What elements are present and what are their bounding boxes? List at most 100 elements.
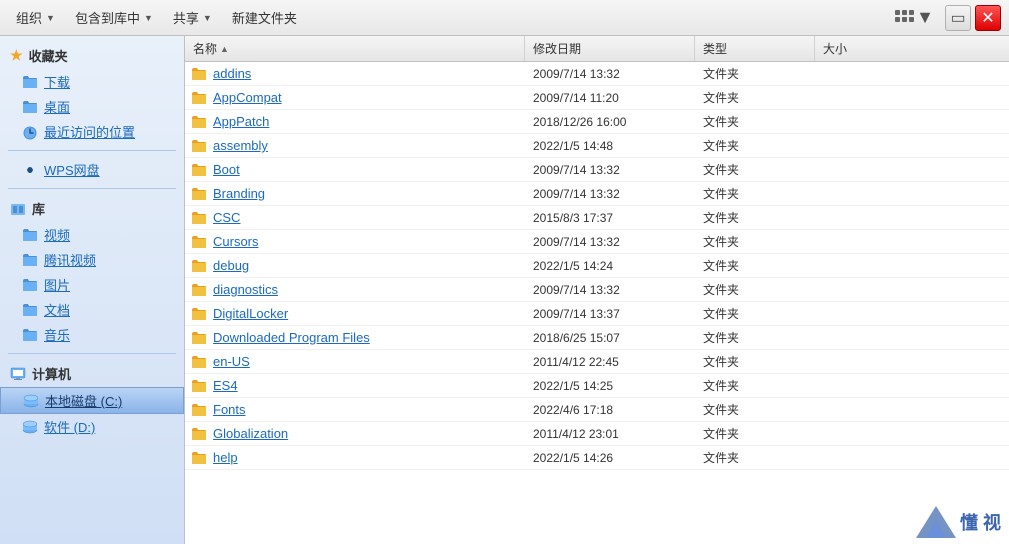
sidebar-item-desktop[interactable]: 桌面 — [0, 94, 184, 119]
table-row[interactable]: help 2022/1/5 14:26 文件夹 — [185, 446, 1009, 470]
divider-1 — [8, 150, 176, 151]
col-name-header[interactable]: 名称 ▲ — [185, 36, 525, 61]
table-row[interactable]: addins 2009/7/14 13:32 文件夹 — [185, 62, 1009, 86]
documents-label: 文档 — [44, 300, 70, 319]
file-name: ES4 — [185, 378, 525, 394]
file-type: 文件夹 — [695, 257, 815, 274]
sidebar-item-tencent-video[interactable]: 腾讯视频 — [0, 247, 184, 272]
file-date: 2009/7/14 13:37 — [525, 307, 695, 321]
file-type: 文件夹 — [695, 329, 815, 346]
divider-2 — [8, 188, 176, 189]
file-name: Branding — [185, 186, 525, 202]
new-folder-button[interactable]: 新建文件夹 — [224, 4, 305, 31]
file-date: 2009/7/14 13:32 — [525, 163, 695, 177]
sidebar-item-documents[interactable]: 文档 — [0, 297, 184, 322]
wps-label: WPS网盘 — [44, 160, 100, 179]
file-type: 文件夹 — [695, 89, 815, 106]
table-row[interactable]: Branding 2009/7/14 13:32 文件夹 — [185, 182, 1009, 206]
file-name: diagnostics — [185, 282, 525, 298]
sidebar-item-music[interactable]: 音乐 — [0, 322, 184, 347]
file-type: 文件夹 — [695, 425, 815, 442]
table-row[interactable]: Fonts 2022/4/6 17:18 文件夹 — [185, 398, 1009, 422]
file-type: 文件夹 — [695, 401, 815, 418]
table-row[interactable]: debug 2022/1/5 14:24 文件夹 — [185, 254, 1009, 278]
toolbar-right: ▼ ▭ ✕ — [887, 2, 1001, 33]
folder-icon — [191, 402, 207, 418]
table-row[interactable]: Cursors 2009/7/14 13:32 文件夹 — [185, 230, 1009, 254]
file-date: 2018/6/25 15:07 — [525, 331, 695, 345]
file-name: Globalization — [185, 426, 525, 442]
folder-icon — [191, 426, 207, 442]
file-name: Fonts — [185, 402, 525, 418]
col-date-header[interactable]: 修改日期 — [525, 36, 695, 61]
file-name: DigitalLocker — [185, 306, 525, 322]
watermark-logo-icon — [916, 506, 956, 538]
folder-icon — [191, 90, 207, 106]
file-name: AppCompat — [185, 90, 525, 106]
file-date: 2022/1/5 14:25 — [525, 379, 695, 393]
sidebar-item-local-disk[interactable]: 本地磁盘 (C:) — [0, 387, 184, 414]
file-date: 2022/1/5 14:48 — [525, 139, 695, 153]
file-name: help — [185, 450, 525, 466]
folder-icon — [191, 282, 207, 298]
col-name-label: 名称 — [193, 40, 217, 57]
table-row[interactable]: CSC 2015/8/3 17:37 文件夹 — [185, 206, 1009, 230]
computer-section: 计算机 本地磁盘 (C:) 软件 (D:) — [0, 360, 184, 439]
sidebar: ★ 收藏夹 下载 桌面 最近访问的位置 WPS网盘 — [0, 36, 185, 544]
sidebar-item-video[interactable]: 视频 — [0, 222, 184, 247]
file-name: Downloaded Program Files — [185, 330, 525, 346]
pictures-label: 图片 — [44, 275, 70, 294]
sidebar-item-soft-disk[interactable]: 软件 (D:) — [0, 414, 184, 439]
folder-icon — [191, 450, 207, 466]
download-label: 下载 — [44, 72, 70, 91]
sidebar-item-download[interactable]: 下载 — [0, 69, 184, 94]
library-header: 库 — [0, 195, 184, 222]
col-size-label: 大小 — [823, 40, 847, 57]
col-size-header[interactable]: 大小 — [815, 36, 1009, 61]
view-arrow-icon: ▼ — [916, 7, 934, 28]
soft-disk-label: 软件 (D:) — [44, 417, 95, 436]
file-date: 2018/12/26 16:00 — [525, 115, 695, 129]
new-folder-label: 新建文件夹 — [232, 8, 297, 27]
table-row[interactable]: Boot 2009/7/14 13:32 文件夹 — [185, 158, 1009, 182]
folder-icon — [22, 99, 38, 115]
table-row[interactable]: DigitalLocker 2009/7/14 13:37 文件夹 — [185, 302, 1009, 326]
folder-icon — [191, 66, 207, 82]
view-button[interactable]: ▼ — [887, 2, 941, 33]
share-button[interactable]: 共享 ▼ — [165, 4, 220, 31]
file-type: 文件夹 — [695, 113, 815, 130]
sidebar-item-pictures[interactable]: 图片 — [0, 272, 184, 297]
file-type: 文件夹 — [695, 449, 815, 466]
file-date: 2022/1/5 14:26 — [525, 451, 695, 465]
file-name: Cursors — [185, 234, 525, 250]
file-date: 2011/4/12 23:01 — [525, 427, 695, 441]
folder-icon — [191, 186, 207, 202]
table-row[interactable]: AppCompat 2009/7/14 11:20 文件夹 — [185, 86, 1009, 110]
col-type-header[interactable]: 类型 — [695, 36, 815, 61]
file-name: AppPatch — [185, 114, 525, 130]
window-restore-button[interactable]: ▭ — [945, 5, 971, 31]
table-row[interactable]: ES4 2022/1/5 14:25 文件夹 — [185, 374, 1009, 398]
folder-icon — [191, 354, 207, 370]
include-button[interactable]: 包含到库中 ▼ — [67, 4, 161, 31]
local-disk-label: 本地磁盘 (C:) — [45, 391, 122, 410]
folder-icon — [22, 74, 38, 90]
toolbar: 组织 ▼ 包含到库中 ▼ 共享 ▼ 新建文件夹 ▼ ▭ ✕ — [0, 0, 1009, 36]
table-row[interactable]: Downloaded Program Files 2018/6/25 15:07… — [185, 326, 1009, 350]
table-row[interactable]: diagnostics 2009/7/14 13:32 文件夹 — [185, 278, 1009, 302]
organize-button[interactable]: 组织 ▼ — [8, 4, 63, 31]
computer-header: 计算机 — [0, 360, 184, 387]
table-row[interactable]: en-US 2011/4/12 22:45 文件夹 — [185, 350, 1009, 374]
file-type: 文件夹 — [695, 161, 815, 178]
library-label: 库 — [32, 199, 45, 218]
sidebar-item-recent[interactable]: 最近访问的位置 — [0, 119, 184, 144]
share-label: 共享 — [173, 8, 199, 27]
table-row[interactable]: assembly 2022/1/5 14:48 文件夹 — [185, 134, 1009, 158]
folder-icon — [191, 138, 207, 154]
window-close-button[interactable]: ✕ — [975, 5, 1001, 31]
sidebar-item-wps[interactable]: WPS网盘 — [0, 157, 184, 182]
disk-icon — [23, 393, 39, 409]
include-arrow-icon: ▼ — [144, 13, 153, 23]
table-row[interactable]: Globalization 2011/4/12 23:01 文件夹 — [185, 422, 1009, 446]
table-row[interactable]: AppPatch 2018/12/26 16:00 文件夹 — [185, 110, 1009, 134]
